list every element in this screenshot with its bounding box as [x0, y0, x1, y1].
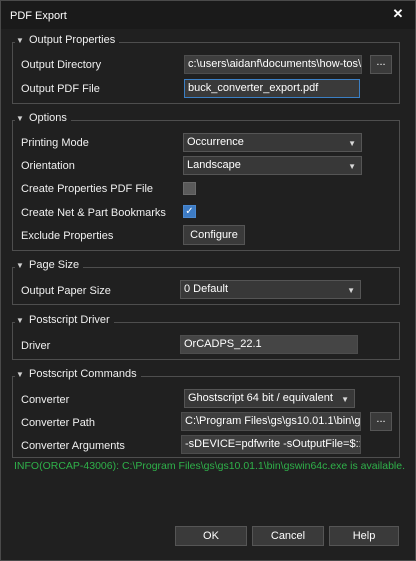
converter-label: Converter	[21, 394, 70, 406]
converter-path-browse-button[interactable]: ...	[370, 412, 392, 431]
chevron-down-icon: ▼	[341, 395, 349, 404]
printing-mode-value: Occurrence	[187, 136, 244, 148]
orientation-value: Landscape	[187, 159, 241, 171]
pdf-export-dialog: PDF Export ✕ ▼ Output Properties Output …	[0, 0, 416, 561]
page-size-header[interactable]: ▼ Page Size	[15, 259, 84, 271]
chevron-down-icon: ▼	[348, 139, 356, 148]
output-paper-size-dropdown[interactable]: 0 Default ▼	[180, 280, 361, 299]
options-title: Options	[29, 112, 67, 124]
create-bookmarks-label: Create Net & Part Bookmarks	[21, 207, 166, 219]
collapse-icon[interactable]: ▼	[15, 114, 25, 123]
collapse-icon[interactable]: ▼	[15, 261, 25, 270]
close-icon[interactable]: ✕	[389, 5, 407, 23]
output-properties-title: Output Properties	[29, 34, 116, 46]
converter-arguments-field[interactable]: -sDEVICE=pdfwrite -sOutputFile=$::ca	[181, 435, 361, 454]
options-group: ▼ Options Printing Mode Occurrence ▼ Ori…	[12, 112, 400, 251]
checkmark-icon: ✓	[185, 206, 194, 217]
ok-button[interactable]: OK	[175, 526, 247, 546]
collapse-icon[interactable]: ▼	[15, 316, 25, 325]
page-size-title: Page Size	[29, 259, 80, 271]
collapse-icon[interactable]: ▼	[15, 36, 25, 45]
create-bookmarks-checkbox[interactable]: ✓	[183, 205, 196, 218]
converter-value: Ghostscript 64 bit / equivalent	[188, 392, 333, 404]
output-properties-group: ▼ Output Properties Output Directory c:\…	[12, 34, 400, 104]
create-properties-pdf-label: Create Properties PDF File	[21, 183, 154, 195]
output-pdf-file-label: Output PDF File	[21, 83, 100, 95]
output-directory-label: Output Directory	[21, 59, 102, 71]
page-size-group: ▼ Page Size Output Paper Size 0 Default …	[12, 259, 400, 305]
postscript-driver-group: ▼ Postscript Driver Driver OrCADPS_22.1	[12, 314, 400, 360]
dialog-title: PDF Export	[10, 10, 67, 22]
printing-mode-dropdown[interactable]: Occurrence ▼	[183, 133, 362, 152]
driver-field[interactable]: OrCADPS_22.1	[180, 335, 358, 354]
cancel-button[interactable]: Cancel	[252, 526, 324, 546]
options-header[interactable]: ▼ Options	[15, 112, 71, 124]
postscript-driver-title: Postscript Driver	[29, 314, 110, 326]
collapse-icon[interactable]: ▼	[15, 370, 25, 379]
printing-mode-label: Printing Mode	[21, 137, 89, 149]
title-bar: PDF Export ✕	[1, 1, 415, 29]
output-directory-field[interactable]: c:\users\aidanf\documents\how-tos\c	[184, 55, 362, 74]
output-pdf-file-field[interactable]: buck_converter_export.pdf	[184, 79, 360, 98]
converter-path-label: Converter Path	[21, 417, 95, 429]
converter-path-field[interactable]: C:\Program Files\gs\gs10.01.1\bin\gsv	[181, 412, 361, 431]
postscript-commands-header[interactable]: ▼ Postscript Commands	[15, 368, 141, 380]
output-paper-size-label: Output Paper Size	[21, 285, 111, 297]
converter-arguments-label: Converter Arguments	[21, 440, 125, 452]
info-message: INFO(ORCAP-43006): C:\Program Files\gs\g…	[14, 460, 406, 472]
output-paper-size-value: 0 Default	[184, 283, 229, 295]
output-properties-header[interactable]: ▼ Output Properties	[15, 34, 120, 46]
help-button[interactable]: Help	[329, 526, 399, 546]
orientation-dropdown[interactable]: Landscape ▼	[183, 156, 362, 175]
configure-button[interactable]: Configure	[183, 225, 245, 245]
postscript-commands-group: ▼ Postscript Commands Converter Ghostscr…	[12, 368, 400, 458]
output-directory-browse-button[interactable]: ...	[370, 55, 392, 74]
exclude-properties-label: Exclude Properties	[21, 230, 114, 242]
chevron-down-icon: ▼	[348, 162, 356, 171]
postscript-driver-header[interactable]: ▼ Postscript Driver	[15, 314, 114, 326]
chevron-down-icon: ▼	[347, 286, 355, 295]
create-properties-pdf-checkbox[interactable]	[183, 182, 196, 195]
orientation-label: Orientation	[21, 160, 75, 172]
postscript-commands-title: Postscript Commands	[29, 368, 137, 380]
driver-label: Driver	[21, 340, 51, 352]
converter-dropdown[interactable]: Ghostscript 64 bit / equivalent ▼	[184, 389, 355, 408]
